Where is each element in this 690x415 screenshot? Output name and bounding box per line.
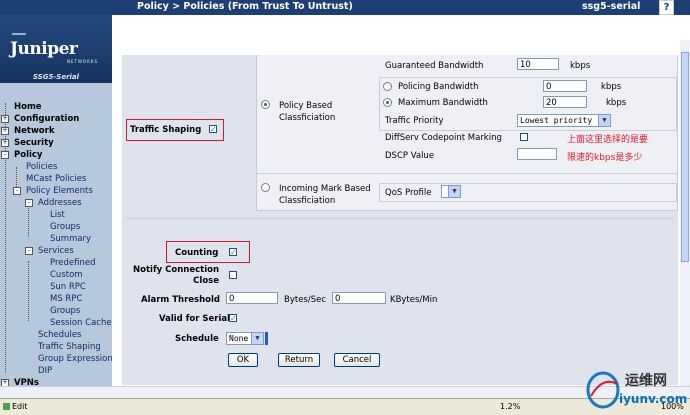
nav-network[interactable]: Network: [14, 125, 54, 137]
nav-traffic-shaping[interactable]: Traffic Shaping: [38, 341, 101, 353]
nav-addresses[interactable]: Addresses: [38, 197, 82, 209]
logo-brand: Juniper: [10, 33, 78, 59]
alarm-threshold-label: Alarm Threshold: [141, 295, 220, 305]
nav-policy[interactable]: Policy: [14, 149, 42, 161]
collapse-icon[interactable]: -: [25, 247, 33, 255]
traffic-shaping-panel: Guaranteed Bandwidth 10 kbps Policing Ba…: [256, 55, 678, 211]
nav-addresses-groups[interactable]: Groups: [50, 221, 80, 233]
maximum-bandwidth-radio[interactable]: [383, 98, 392, 107]
watermark-url: iyunv.com: [619, 392, 688, 406]
nav-services-sun-rpc[interactable]: Sun RPC: [50, 281, 86, 293]
kbps-unit: kbps: [570, 61, 591, 71]
main-area: Guaranteed Bandwidth 10 kbps Policing Ba…: [112, 15, 690, 386]
qos-profile-label: QoS Profile: [385, 188, 432, 198]
ok-button[interactable]: OK: [228, 353, 258, 367]
select-focus-marker: [265, 332, 268, 345]
traffic-priority-select[interactable]: Lowest priority ▼: [517, 114, 611, 127]
nav-vpns[interactable]: VPNs: [14, 377, 39, 386]
device-model: SSG5-Serial: [32, 73, 80, 81]
nav-schedules[interactable]: Schedules: [38, 329, 82, 341]
traffic-priority-label: Traffic Priority: [385, 116, 444, 126]
collapse-icon[interactable]: -: [1, 151, 9, 159]
notify-connection-close-label: Notify Connection Close: [133, 265, 219, 286]
nav-addresses-summary[interactable]: Summary: [50, 233, 91, 245]
qos-profile-select[interactable]: ▼: [441, 185, 461, 198]
nav-services-predefined[interactable]: Predefined: [50, 257, 96, 269]
highlight-box: [126, 119, 224, 141]
policy-form: Guaranteed Bandwidth 10 kbps Policing Ba…: [122, 55, 678, 385]
dscp-label: DSCP Value: [385, 151, 435, 161]
bytes-per-sec-unit: Bytes/Sec: [284, 295, 327, 305]
collapse-icon[interactable]: -: [13, 187, 21, 195]
nav-services[interactable]: Services: [38, 245, 74, 257]
expand-icon[interactable]: +: [1, 379, 9, 386]
expand-icon[interactable]: +: [1, 127, 9, 135]
maximum-bandwidth-label: Maximum Bandwidth: [398, 98, 488, 108]
nav-group-expression[interactable]: Group Expression: [38, 353, 112, 365]
incoming-mark-radio[interactable]: [261, 183, 270, 192]
nav-policies[interactable]: Policies: [26, 161, 57, 173]
expand-icon[interactable]: +: [1, 115, 9, 123]
page-icon: [3, 403, 10, 410]
nav-home[interactable]: Home: [14, 101, 42, 113]
sidebar: Juniper NETWORKS SSG5-Serial Home + Conf…: [0, 15, 112, 386]
vertical-scrollbar[interactable]: [680, 40, 690, 386]
nav-services-custom[interactable]: Custom: [50, 269, 83, 281]
status-text: Edit: [12, 402, 28, 411]
policing-bandwidth-label: Policing Bandwidth: [398, 82, 479, 92]
policing-bandwidth-radio[interactable]: [383, 82, 392, 91]
schedule-label: Schedule: [175, 334, 219, 344]
annotation-note-2: 限速的kbps是多少: [567, 153, 643, 163]
guaranteed-bandwidth-input[interactable]: 10: [517, 58, 559, 70]
zoom-level: 1.2%: [500, 402, 521, 411]
nav-services-ms-rpc[interactable]: MS RPC: [50, 293, 82, 305]
cancel-button[interactable]: Cancel: [334, 353, 380, 367]
watermark-swirl-icon: [586, 371, 620, 409]
watermark-text: 运维网: [625, 373, 667, 389]
juniper-logo: Juniper NETWORKS SSG5-Serial: [0, 15, 112, 83]
device-name: ssg5-serial: [582, 1, 641, 12]
dscp-input[interactable]: [517, 148, 557, 160]
diffserv-label: DiffServ Codepoint Marking: [385, 133, 502, 143]
policy-based-label: Policy Based Classficiation: [279, 101, 336, 123]
highlight-box: [166, 241, 250, 263]
breadcrumb: Policy > Policies (From Trust To Untrust…: [137, 1, 353, 12]
nav-services-session-cache[interactable]: Session Cache: [50, 317, 112, 329]
expand-icon[interactable]: +: [1, 139, 9, 147]
nav-services-groups[interactable]: Groups: [50, 305, 80, 317]
nav-mcast-policies[interactable]: MCast Policies: [26, 173, 86, 185]
help-icon[interactable]: ?: [659, 0, 674, 15]
scroll-thumb[interactable]: [681, 52, 689, 262]
valid-for-serial-label: Valid for Serial: [159, 314, 231, 324]
top-bar: Policy > Policies (From Trust To Untrust…: [0, 0, 690, 15]
nav-addresses-list[interactable]: List: [50, 209, 65, 221]
policy-based-radio[interactable]: [261, 100, 270, 109]
kbytes-per-min-unit: KBytes/Min: [390, 295, 438, 305]
chevron-down-icon: ▼: [598, 115, 610, 126]
alarm-kbytes-input[interactable]: 0: [332, 292, 386, 304]
return-button[interactable]: Return: [278, 353, 320, 367]
guaranteed-bandwidth-label: Guaranteed Bandwidth: [385, 61, 484, 71]
site-watermark: 运维网 iyunv.com: [583, 366, 687, 412]
nav-security[interactable]: Security: [14, 137, 54, 149]
annotation-note-1: 上面这里选择的是要: [567, 135, 649, 145]
nav-policy-elements[interactable]: Policy Elements: [26, 185, 93, 197]
valid-for-serial-checkbox[interactable]: ✓: [229, 314, 237, 323]
alarm-bytes-input[interactable]: 0: [226, 292, 278, 304]
chevron-down-icon: ▼: [251, 333, 263, 344]
diffserv-checkbox[interactable]: [520, 133, 528, 141]
policing-bandwidth-input[interactable]: 0: [543, 80, 587, 92]
schedule-select[interactable]: None ▼: [226, 332, 264, 345]
maximum-bandwidth-input[interactable]: 20: [543, 96, 587, 108]
notify-connection-close-checkbox[interactable]: [229, 271, 237, 279]
kbps-unit: kbps: [601, 82, 622, 92]
logo-sub: NETWORKS: [67, 59, 99, 64]
nav-configuration[interactable]: Configuration: [14, 113, 79, 125]
nav-dip[interactable]: DIP: [38, 365, 52, 377]
chevron-down-icon: ▼: [448, 186, 460, 197]
kbps-unit: kbps: [606, 98, 627, 108]
collapse-icon[interactable]: -: [25, 199, 33, 207]
